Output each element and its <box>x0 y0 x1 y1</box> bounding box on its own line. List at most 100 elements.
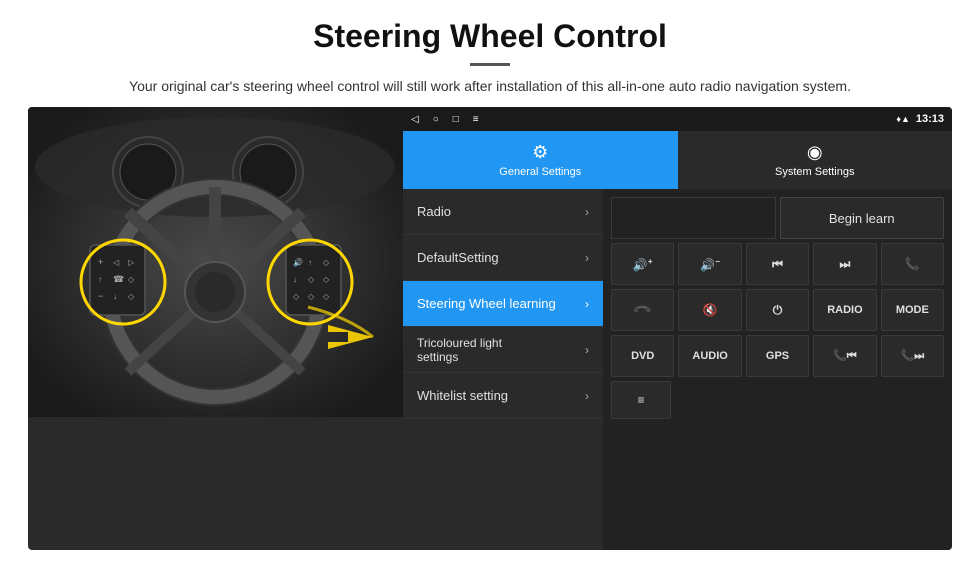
page-title: Steering Wheel Control <box>40 18 940 55</box>
hangup-icon: 📞 <box>632 300 652 320</box>
mode-label: MODE <box>896 304 929 316</box>
svg-text:◁: ◁ <box>113 258 120 267</box>
menu-radio-chevron: › <box>585 205 589 219</box>
car-image-panel: + ↑ − ◁ ☎ ↓ ▷ ◇ ◇ 🔊 ↑ ◇ ↓ ◇ ◇ ◇ ◇ ◇ <box>28 107 403 550</box>
system-settings-icon: ◉ <box>807 142 823 163</box>
control-row-4: ≡ <box>611 381 944 419</box>
status-bar-indicators: ♦▲ 13:13 <box>896 113 944 125</box>
status-bar-nav: ◁ ○ □ ≡ <box>411 114 479 125</box>
vol-down-button[interactable]: 🔊− <box>678 243 741 285</box>
call-icon: 📞 <box>905 257 920 271</box>
radio-label: RADIO <box>827 304 862 316</box>
menu-item-tricoloured[interactable]: Tricoloured lightsettings › <box>403 327 603 373</box>
control-row-3: DVD AUDIO GPS 📞⏮ 📞⏭ <box>611 335 944 377</box>
vol-up-icon: 🔊+ <box>633 257 653 272</box>
svg-text:↑: ↑ <box>308 258 312 267</box>
tab-system-label: System Settings <box>775 166 854 178</box>
mute-button[interactable]: 🔇 <box>678 289 741 331</box>
prev-track-button[interactable]: ⏮ <box>746 243 809 285</box>
next-track-button[interactable]: ⏭ <box>813 243 876 285</box>
svg-text:◇: ◇ <box>128 275 135 284</box>
svg-text:☎: ☎ <box>113 274 124 284</box>
mode-button[interactable]: MODE <box>881 289 944 331</box>
android-controls: Begin learn 🔊+ 🔊− ⏮ <box>603 189 952 550</box>
call-next-button[interactable]: 📞⏭ <box>881 335 944 377</box>
menu-default-chevron: › <box>585 251 589 265</box>
gps-button[interactable]: GPS <box>746 335 809 377</box>
begin-learn-spacer <box>611 197 776 239</box>
time-display: 13:13 <box>916 113 944 125</box>
menu-item-whitelist[interactable]: Whitelist setting › <box>403 373 603 419</box>
page-wrapper: Steering Wheel Control Your original car… <box>0 0 980 562</box>
prev-track-icon: ⏮ <box>772 257 783 272</box>
list-icon: ≡ <box>637 393 644 407</box>
tab-system-settings[interactable]: ◉ System Settings <box>678 131 953 189</box>
content-area: + ↑ − ◁ ☎ ↓ ▷ ◇ ◇ 🔊 ↑ ◇ ↓ ◇ ◇ ◇ ◇ ◇ <box>0 107 980 562</box>
status-bar: ◁ ○ □ ≡ ♦▲ 13:13 <box>403 107 952 131</box>
hangup-button[interactable]: 📞 <box>611 289 674 331</box>
menu-radio-label: Radio <box>417 204 451 219</box>
call-button[interactable]: 📞 <box>881 243 944 285</box>
svg-text:−: − <box>98 291 103 301</box>
steering-wheel-image: + ↑ − ◁ ☎ ↓ ▷ ◇ ◇ 🔊 ↑ ◇ ↓ ◇ ◇ ◇ ◇ ◇ <box>28 107 403 417</box>
general-settings-icon: ⚙ <box>532 142 548 163</box>
menu-item-steering[interactable]: Steering Wheel learning › <box>403 281 603 327</box>
location-icon: ♦▲ <box>896 114 910 124</box>
android-panel: ◁ ○ □ ≡ ♦▲ 13:13 ⚙ General Settings ◉ <box>403 107 952 550</box>
svg-text:◇: ◇ <box>308 275 315 284</box>
svg-text:↑: ↑ <box>98 275 102 284</box>
tab-general-settings[interactable]: ⚙ General Settings <box>403 131 678 189</box>
begin-learn-button[interactable]: Begin learn <box>780 197 945 239</box>
menu-item-default[interactable]: DefaultSetting › <box>403 235 603 281</box>
list-button[interactable]: ≡ <box>611 381 671 419</box>
menu-whitelist-label: Whitelist setting <box>417 388 508 403</box>
svg-text:+: + <box>98 257 103 267</box>
menu-steering-label: Steering Wheel learning <box>417 296 556 311</box>
begin-learn-row: Begin learn <box>611 197 944 239</box>
next-track-icon: ⏭ <box>840 257 851 272</box>
svg-text:◇: ◇ <box>323 258 330 267</box>
subtitle-text: Your original car's steering wheel contr… <box>100 76 880 97</box>
dvd-button[interactable]: DVD <box>611 335 674 377</box>
menu-item-radio[interactable]: Radio › <box>403 189 603 235</box>
menu-tricoloured-label: Tricoloured lightsettings <box>417 336 502 364</box>
vol-down-icon: 🔊− <box>700 257 720 272</box>
menu-nav-icon[interactable]: ≡ <box>473 114 479 125</box>
svg-text:◇: ◇ <box>323 275 330 284</box>
audio-label: AUDIO <box>692 350 727 362</box>
control-row-2: 📞 🔇 ⏻ RADIO MODE <box>611 289 944 331</box>
menu-tricoloured-chevron: › <box>585 343 589 357</box>
title-divider <box>470 63 510 66</box>
svg-text:◇: ◇ <box>293 292 300 301</box>
call-next-icon: 📞⏭ <box>901 349 925 363</box>
svg-text:↓: ↓ <box>113 292 117 301</box>
svg-text:◇: ◇ <box>128 292 135 301</box>
back-nav-icon[interactable]: ◁ <box>411 114 419 125</box>
mute-icon: 🔇 <box>703 303 718 317</box>
menu-steering-chevron: › <box>585 297 589 311</box>
radio-button[interactable]: RADIO <box>813 289 876 331</box>
power-button[interactable]: ⏻ <box>746 289 809 331</box>
vol-up-button[interactable]: 🔊+ <box>611 243 674 285</box>
svg-text:◇: ◇ <box>308 292 315 301</box>
home-nav-icon[interactable]: ○ <box>433 114 439 125</box>
dvd-label: DVD <box>631 350 654 362</box>
tab-bar: ⚙ General Settings ◉ System Settings <box>403 131 952 189</box>
menu-default-label: DefaultSetting <box>417 250 499 265</box>
recents-nav-icon[interactable]: □ <box>453 114 459 125</box>
call-prev-button[interactable]: 📞⏮ <box>813 335 876 377</box>
android-content: Radio › DefaultSetting › Steering Wheel … <box>403 189 952 550</box>
header-section: Steering Wheel Control Your original car… <box>0 0 980 107</box>
call-prev-icon: 📞⏮ <box>833 349 857 363</box>
android-menu: Radio › DefaultSetting › Steering Wheel … <box>403 189 603 550</box>
svg-text:◇: ◇ <box>323 292 330 301</box>
audio-button[interactable]: AUDIO <box>678 335 741 377</box>
tab-general-label: General Settings <box>499 166 581 178</box>
control-row-1: 🔊+ 🔊− ⏮ ⏭ 📞 <box>611 243 944 285</box>
gps-label: GPS <box>766 350 789 362</box>
svg-text:🔊: 🔊 <box>293 257 303 267</box>
menu-whitelist-chevron: › <box>585 389 589 403</box>
svg-text:▷: ▷ <box>128 258 135 267</box>
power-icon: ⏻ <box>773 303 783 318</box>
svg-text:↓: ↓ <box>293 275 297 284</box>
